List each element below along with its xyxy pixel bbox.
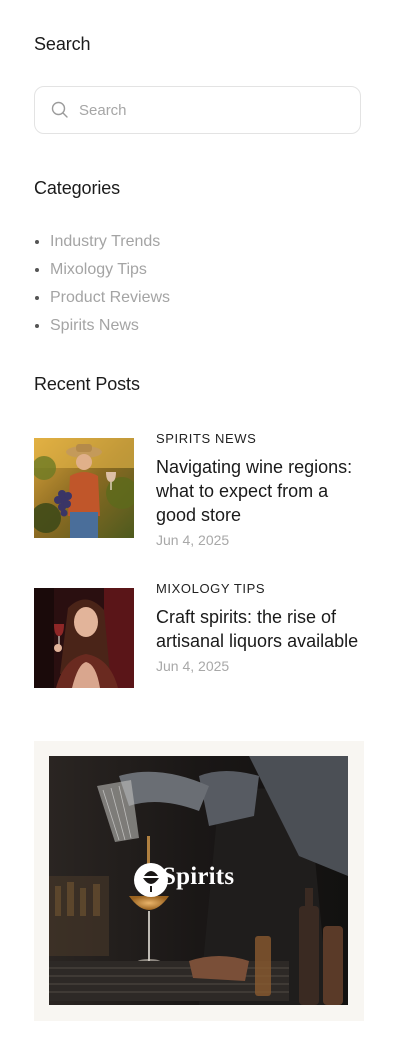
search-icon [51,101,68,118]
categories-heading: Categories [34,178,121,198]
bullet-icon [35,324,39,328]
search-heading: Search [34,34,91,54]
post-thumbnail[interactable] [34,588,134,688]
category-list: Industry Trends Mixology Tips Product Re… [34,228,170,340]
category-label[interactable]: Product Reviews [50,289,170,307]
category-item-spirits-news[interactable]: Spirits News [34,312,170,340]
post-date: Jun 4, 2025 [156,532,230,548]
promo-banner[interactable]: Spirits [34,741,364,1021]
category-item-mixology-tips[interactable]: Mixology Tips [34,256,170,284]
search-box[interactable] [34,86,361,134]
post-category[interactable]: SPIRITS NEWS [156,431,366,446]
recent-post: SPIRITS NEWS Navigating wine regions: wh… [34,430,374,550]
recent-post: MIXOLOGY TIPS Craft spirits: the rise of… [34,580,374,700]
category-item-industry-trends[interactable]: Industry Trends [34,228,170,256]
search-input[interactable] [77,100,331,120]
category-item-product-reviews[interactable]: Product Reviews [34,284,170,312]
category-label[interactable]: Industry Trends [50,233,160,251]
bullet-icon [35,240,39,244]
brand-logo-text: Spirits [162,863,235,890]
bullet-icon [35,268,39,272]
category-label[interactable]: Spirits News [50,317,139,335]
post-date: Jun 4, 2025 [156,658,230,674]
post-category[interactable]: MIXOLOGY TIPS [156,581,366,596]
post-title[interactable]: Navigating wine regions: what to expect … [156,455,366,527]
recent-posts-heading: Recent Posts [34,374,140,394]
post-title[interactable]: Craft spirits: the rise of artisanal liq… [156,605,366,653]
category-label[interactable]: Mixology Tips [50,261,147,279]
post-thumbnail[interactable] [34,438,134,538]
bullet-icon [35,296,39,300]
